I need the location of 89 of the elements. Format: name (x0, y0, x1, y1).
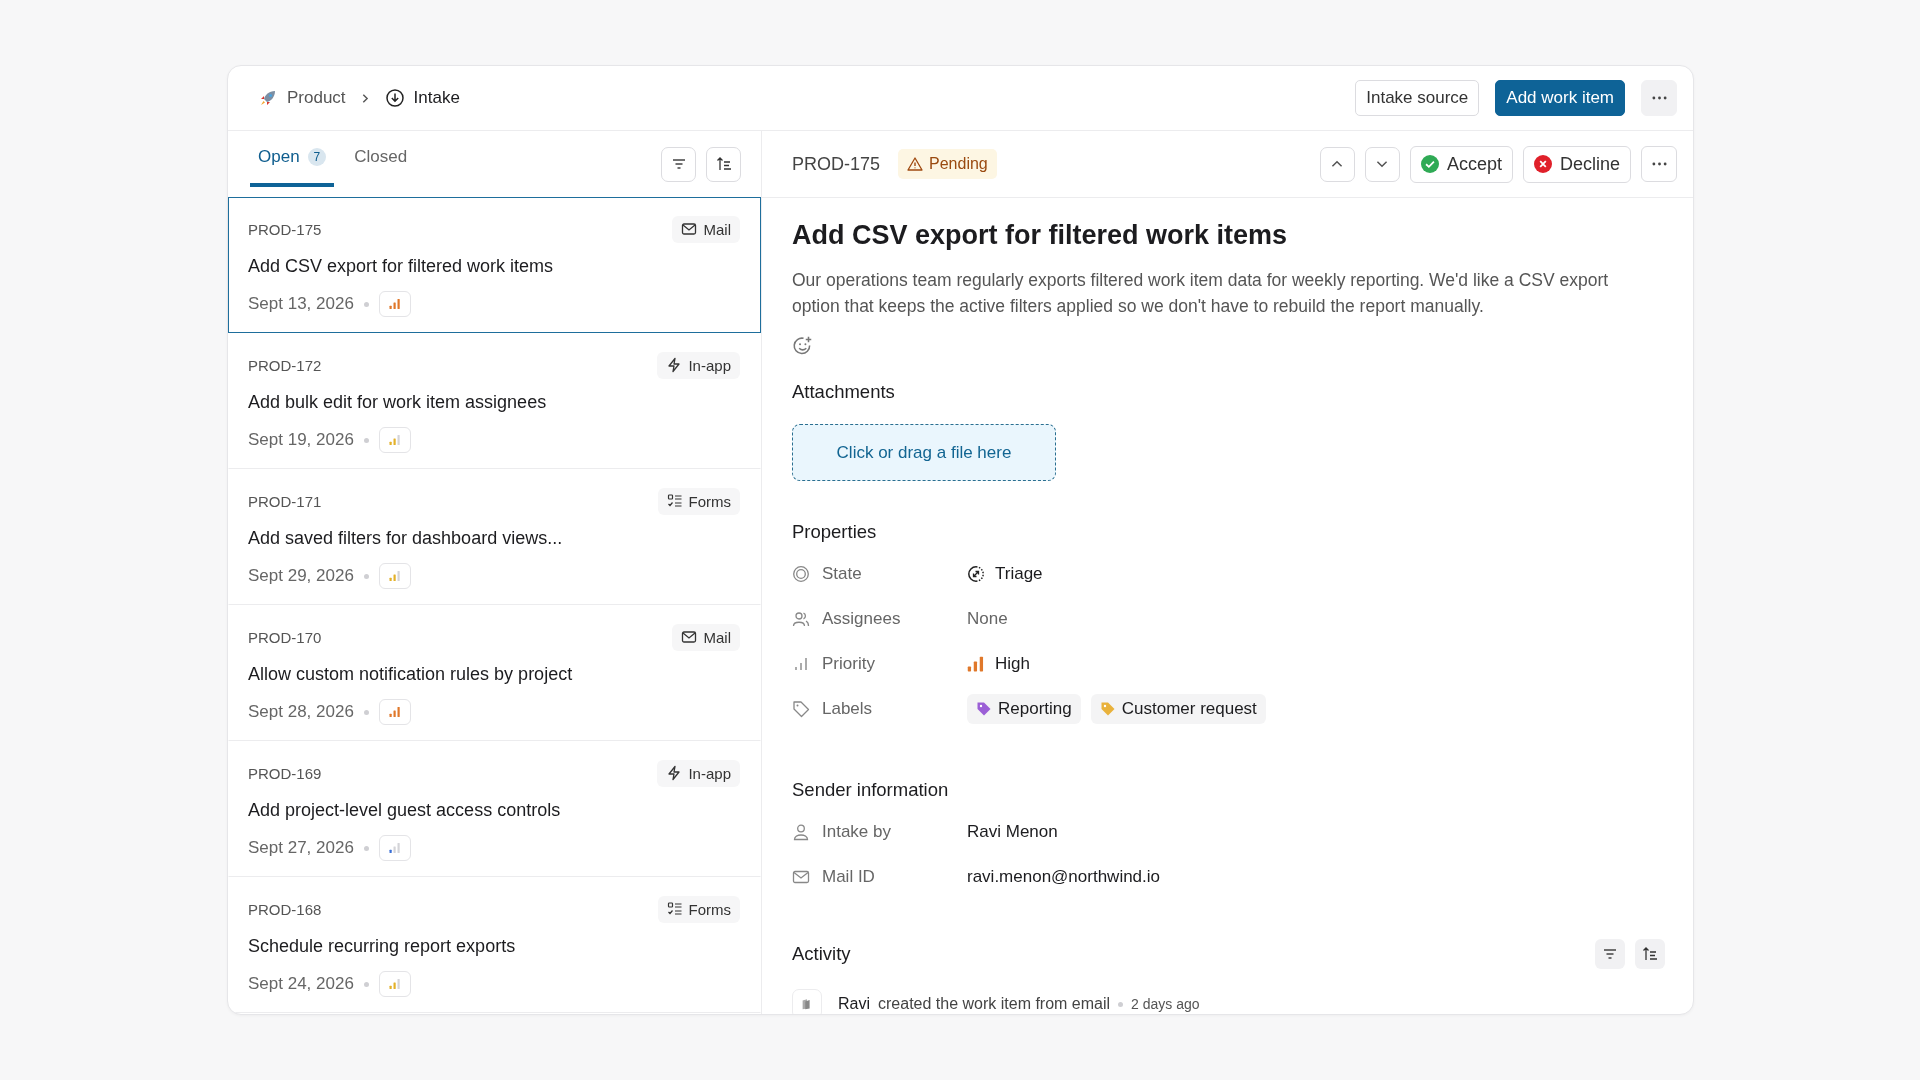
action-button[interactable]: Decline (1522, 145, 1631, 183)
property-value[interactable]: None (967, 608, 1008, 629)
property-value[interactable]: High (995, 653, 1030, 674)
sort-icon (1642, 946, 1658, 962)
property-label: Assignees (822, 608, 901, 629)
section-heading: Properties (792, 521, 878, 543)
label-chip[interactable]: Customer request (1090, 693, 1266, 724)
item-date: Sept 24, 2026 (248, 974, 354, 994)
source-tag: Mail (672, 623, 740, 651)
item-title: Allow custom notification rules by project (248, 664, 574, 685)
item-id: PROD-168 (248, 900, 322, 918)
count-badge: 7 (307, 148, 327, 166)
item-date: Sept 13, 2026 (248, 294, 354, 314)
intake-list-item[interactable]: PROD-175 Mail Add CSV export for filtered work items Sept 13, 2026 (228, 197, 761, 333)
item-date: Sept 19, 2026 (248, 430, 354, 450)
item-title: Add saved filters for dashboard views... (248, 528, 564, 549)
item-id: PROD-172 (248, 356, 322, 374)
sort-button[interactable] (706, 146, 741, 182)
filter-icon (1602, 946, 1618, 962)
more-icon (1651, 96, 1667, 100)
checklist-icon (666, 493, 683, 509)
item-id: PROD-169 (248, 764, 322, 782)
section-heading: Sender information (792, 779, 950, 801)
intake-list-item[interactable]: PROD-170 Mail Allow custom notification rules by project Sept 28, 2026 (228, 605, 761, 741)
item-title: Add bulk edit for work item assignees (248, 392, 548, 413)
mail-icon (681, 629, 698, 645)
work-item-title: Add CSV export for filtered work items (792, 220, 1289, 251)
source-tag: In-app (657, 759, 740, 787)
item-title: Add project-level guest access controls (248, 800, 562, 821)
circle-icon (792, 564, 810, 583)
tab[interactable]: Closed (346, 131, 416, 187)
property-label: State (822, 563, 862, 584)
item-date: Sept 27, 2026 (248, 838, 354, 858)
breadcrumb-link[interactable]: Intake (384, 88, 460, 108)
property-value: ravi.menon@northwind.io (967, 866, 1161, 887)
action-button[interactable]: Accept (1409, 145, 1513, 183)
filter-button[interactable] (1595, 939, 1625, 969)
tab[interactable]: Open 7 (250, 131, 335, 187)
status-badge: Pending (898, 149, 997, 179)
breadcrumb-link[interactable]: Product (258, 88, 346, 108)
property-label: Intake by (822, 821, 891, 842)
user-icon (792, 822, 810, 841)
intake-list-item[interactable]: PROD-172 In-app Add bulk edit for work item assignees Sept 19, 2026 (228, 333, 761, 469)
source-tag: Mail (672, 215, 740, 243)
item-date: Sept 29, 2026 (248, 566, 354, 586)
mail-icon (681, 221, 698, 237)
description: Our operations team regularly exports filtered work item data for weekly reporting. We'd like a CSV export option that keeps the active filters applied so we don't have to rebuild the report manually. (792, 269, 1610, 318)
intake-list-item[interactable]: PROD-171 Forms Add saved filters for dashboard views... Sept 29, 2026 (228, 469, 761, 605)
add-reaction-icon[interactable] (792, 335, 814, 357)
property-label: Priority (822, 653, 875, 674)
property-label: Mail ID (822, 866, 875, 887)
more-icon (1651, 162, 1667, 166)
checklist-icon (666, 901, 683, 917)
tag-icon (792, 699, 810, 718)
item-title: Schedule recurring report exports (248, 936, 517, 957)
intake-list-item[interactable]: PROD-168 Forms Schedule recurring report exports Sept 24, 2026 (228, 877, 761, 1013)
triage-icon (967, 564, 985, 583)
activity-time: 2 days ago (1131, 996, 1200, 1012)
label-chip[interactable]: Reporting (967, 693, 1081, 724)
property-value[interactable]: Triage (995, 563, 1043, 584)
users-icon (792, 609, 810, 628)
property-value: Ravi Menon (967, 821, 1058, 842)
property-label: Labels (822, 698, 873, 719)
item-id: PROD-171 (248, 492, 322, 510)
activity-actor: Ravi (838, 995, 870, 1013)
item-id: PROD-170 (248, 628, 322, 646)
filter-button[interactable] (661, 146, 696, 182)
section-heading: Attachments (792, 381, 896, 403)
sort-icon (715, 156, 732, 172)
work-item-id: PROD-175 (792, 153, 881, 175)
warning-icon (907, 156, 924, 172)
filter-icon (670, 156, 687, 172)
source-tag: In-app (657, 351, 740, 379)
download-circle-icon (384, 88, 405, 108)
header-button[interactable]: Intake source (1355, 80, 1480, 116)
sort-button[interactable] (1635, 939, 1665, 969)
check-circle-icon (1420, 155, 1439, 173)
source-tag: Forms (657, 895, 740, 923)
source-tag: Forms (657, 487, 740, 515)
item-date: Sept 28, 2026 (248, 702, 354, 722)
rocket-icon (258, 88, 278, 108)
section-heading: Activity (792, 943, 851, 965)
x-circle-icon (1533, 155, 1552, 173)
intake-list-item[interactable]: PROD-169 In-app Add project-level guest access controls Sept 27, 2026 (228, 741, 761, 877)
file-dropzone[interactable]: Click or drag a file here (792, 424, 1056, 481)
activity-text: created the work item from email (878, 995, 1111, 1013)
item-id: PROD-175 (248, 220, 322, 238)
header-button[interactable]: Add work item (1495, 80, 1625, 116)
item-title: Add CSV export for filtered work items (248, 256, 555, 277)
